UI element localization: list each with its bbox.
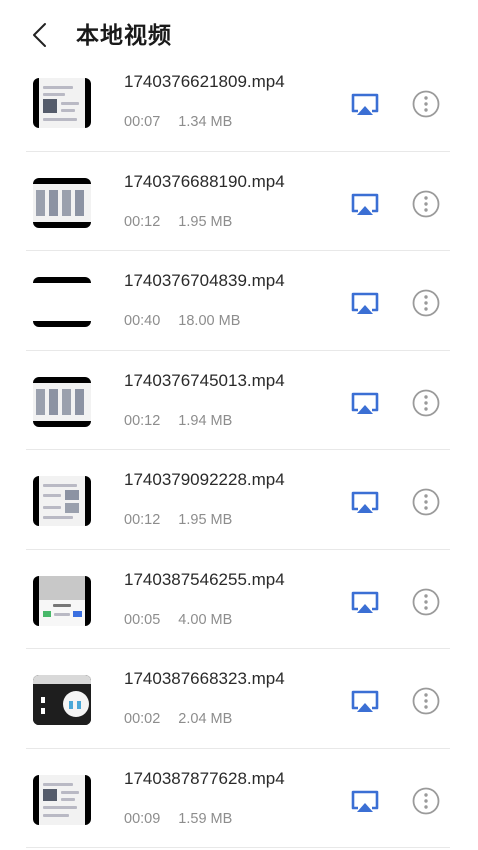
video-size: 1.94 MB [178,412,233,429]
video-meta: 00:09 1.59 MB [124,811,232,827]
video-duration: 00:09 [124,810,161,827]
more-options-icon [412,90,440,118]
video-list: 1740376621809.mp4 00:07 1.34 MB 17403766… [0,52,478,848]
cast-button[interactable] [349,688,381,716]
video-thumbnail [33,675,91,725]
back-button[interactable] [26,20,54,50]
cast-button[interactable] [349,191,381,219]
video-duration: 00:02 [124,711,161,727]
video-list-item[interactable]: 1740387668323.mp4 00:02 2.04 MB [0,649,478,749]
more-options-icon [412,588,440,615]
video-size: 1.34 MB [178,114,233,130]
video-name: 1740376621809.mp4 [124,72,285,91]
video-list-item[interactable]: 1740376704839.mp4 00:40 18.00 MB [0,251,478,351]
screen-cast-icon [351,790,379,812]
screen-cast-icon [351,292,379,314]
screen-cast-icon [351,392,379,414]
video-thumbnail [33,575,91,626]
video-name: 1740376745013.mp4 [124,370,285,390]
video-thumbnail [33,376,91,427]
video-meta: 00:12 1.95 MB [124,214,232,230]
video-size: 1.59 MB [178,810,233,827]
video-size: 4.00 MB [178,611,233,628]
more-options-button[interactable] [411,686,441,716]
more-options-icon [412,488,440,516]
more-options-button[interactable] [411,189,441,219]
more-options-icon [412,787,440,814]
video-name: 1740387668323.mp4 [124,669,285,688]
more-options-icon [412,190,440,217]
screen-cast-icon [351,591,379,613]
video-duration: 00:40 [124,313,161,329]
video-thumbnail [33,78,91,128]
video-name: 1740387546255.mp4 [124,569,285,589]
video-size: 1.95 MB [178,512,233,528]
video-thumbnail [33,277,91,327]
more-options-button[interactable] [411,786,441,816]
video-meta: 00:05 4.00 MB [124,612,232,628]
video-size: 1.95 MB [178,213,233,230]
video-list-item[interactable]: 1740376688190.mp4 00:12 1.95 MB [0,152,478,252]
screen-cast-icon [351,93,379,115]
video-name: 1740379092228.mp4 [124,470,285,489]
video-list-item[interactable]: 1740379092228.mp4 00:12 1.95 MB [0,450,478,550]
video-duration: 00:12 [124,412,161,429]
video-meta: 00:02 2.04 MB [124,711,232,727]
screen-cast-icon [351,690,379,712]
video-duration: 00:07 [124,114,161,130]
video-duration: 00:12 [124,213,161,230]
video-list-item[interactable]: 1740376621809.mp4 00:07 1.34 MB [0,52,478,152]
video-meta: 00:12 1.94 MB [124,413,232,429]
video-size: 18.00 MB [178,313,241,329]
more-options-button[interactable] [411,89,441,119]
cast-button[interactable] [349,788,381,816]
video-size: 2.04 MB [178,711,233,727]
chevron-left-icon [33,23,46,47]
video-meta: 00:40 18.00 MB [124,313,240,329]
more-options-button[interactable] [411,288,441,318]
video-duration: 00:12 [124,512,161,528]
video-meta: 00:12 1.95 MB [124,512,232,528]
more-options-icon [412,389,440,416]
more-options-button[interactable] [411,388,441,418]
screen-cast-icon [351,491,379,513]
video-name: 1740387877628.mp4 [124,768,285,788]
cast-button[interactable] [349,589,381,617]
screen-cast-icon [351,193,379,215]
video-name: 1740376688190.mp4 [124,171,285,191]
cast-button[interactable] [349,489,381,517]
video-name: 1740376704839.mp4 [124,271,285,290]
video-list-item[interactable]: 1740387877628.mp4 00:09 1.59 MB [0,749,478,849]
video-thumbnail [33,177,91,228]
video-duration: 00:05 [124,611,161,628]
cast-button[interactable] [349,390,381,418]
video-meta: 00:07 1.34 MB [124,114,232,130]
video-thumbnail [33,476,91,526]
more-options-icon [412,289,440,317]
video-list-item[interactable]: 1740387546255.mp4 00:05 4.00 MB [0,550,478,650]
cast-button[interactable] [349,91,381,119]
more-options-button[interactable] [411,587,441,617]
video-thumbnail [33,774,91,825]
cast-button[interactable] [349,290,381,318]
more-options-button[interactable] [411,487,441,517]
more-options-icon [412,687,440,715]
page-title: 本地视频 [76,23,172,49]
video-list-item[interactable]: 1740376745013.mp4 00:12 1.94 MB [0,351,478,451]
